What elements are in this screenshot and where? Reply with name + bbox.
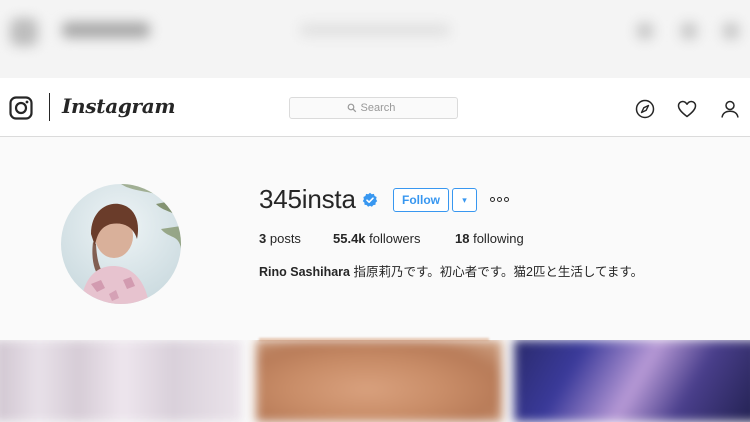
person-icon[interactable]	[720, 99, 740, 119]
following-stat[interactable]: 18 following	[455, 231, 524, 246]
posts-stat[interactable]: 3 posts	[259, 231, 301, 246]
followers-count: 55.4k	[333, 231, 366, 246]
heart-icon[interactable]	[677, 99, 697, 119]
profile-bio: Rino Sashihara 指原莉乃です。初心者です。猫2匹と生活してます。	[259, 261, 643, 280]
following-count: 18	[455, 231, 470, 246]
post-thumbnail[interactable]	[256, 340, 502, 422]
bio-full-name: Rino Sashihara	[259, 265, 350, 279]
followers-stat[interactable]: 55.4k followers	[333, 231, 420, 246]
instagram-wordmark[interactable]: Instagram	[62, 94, 176, 118]
search-box[interactable]	[289, 97, 458, 119]
bio-text: 指原莉乃です。初心者です。猫2匹と生活してます。	[353, 265, 644, 279]
logo-divider	[49, 93, 50, 121]
posts-label: posts	[269, 231, 301, 246]
verified-badge-icon	[362, 192, 378, 207]
following-label: following	[473, 231, 524, 246]
search-icon	[347, 103, 356, 113]
follow-button[interactable]: Follow	[393, 188, 449, 212]
suggestions-dropdown-button[interactable]: ▾	[452, 188, 477, 212]
profile-username: 345insta	[259, 184, 356, 214]
instagram-glyph-icon[interactable]	[9, 96, 33, 120]
blurred-header-background	[0, 0, 750, 78]
followers-label: followers	[369, 231, 421, 246]
posts-count: 3	[259, 231, 267, 246]
photo-grid	[0, 340, 750, 422]
ellipsis-icon	[496, 196, 502, 202]
post-thumbnail[interactable]	[514, 340, 750, 422]
ellipsis-icon	[489, 196, 495, 202]
chevron-down-icon: ▾	[462, 194, 467, 205]
options-menu-button[interactable]	[487, 191, 511, 207]
ellipsis-icon	[503, 196, 509, 202]
profile-avatar[interactable]	[61, 184, 181, 304]
compass-icon[interactable]	[635, 99, 655, 119]
search-input[interactable]	[360, 102, 401, 114]
post-thumbnail[interactable]	[0, 340, 242, 422]
